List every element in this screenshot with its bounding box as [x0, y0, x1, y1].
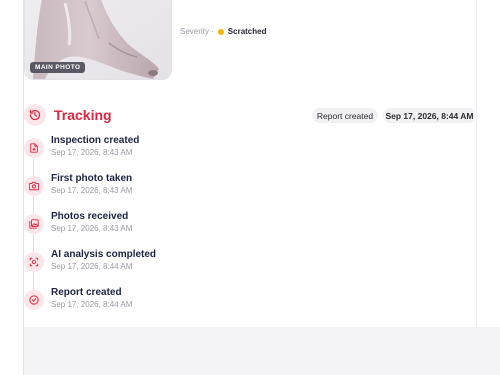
event-time: Sep 17, 2026, 8:44 AM [51, 262, 133, 271]
event-title: Report created [51, 287, 122, 298]
severity-dot [217, 28, 224, 35]
timeline-event-first-photo: First photo taken Sep 17, 2026, 8:43 AM [24, 173, 464, 206]
timeline-event-photos-received: Photos received Sep 17, 2026, 8:43 AM [24, 211, 464, 244]
footer-area [24, 327, 500, 375]
main-photo-tag: MAIN PHOTO [30, 62, 86, 73]
card-border-right [476, 0, 477, 327]
date-badge: Sep 17, 2026, 8:44 AM [383, 108, 476, 123]
event-time: Sep 17, 2026, 8:43 AM [51, 148, 133, 157]
photos-icon [24, 214, 44, 234]
event-title: Inspection created [51, 135, 140, 146]
event-time: Sep 17, 2026, 8:43 AM [51, 224, 133, 233]
timeline-event-report-created: Report created Sep 17, 2026, 8:44 AM [24, 287, 464, 320]
event-time: Sep 17, 2026, 8:44 AM [51, 300, 133, 309]
timeline-event-inspection-created: Inspection created Sep 17, 2026, 8:43 AM [24, 135, 464, 168]
event-time: Sep 17, 2026, 8:43 AM [51, 186, 133, 195]
check-circle-icon [24, 290, 44, 310]
ai-scan-icon [24, 252, 44, 272]
event-title: AI analysis completed [51, 249, 157, 260]
event-title: Photos received [51, 211, 129, 222]
tracking-title: Tracking [54, 107, 112, 123]
timeline-event-ai-analysis: AI analysis completed Sep 17, 2026, 8:44… [24, 249, 464, 282]
severity-row: Severity · Scratched [180, 27, 266, 36]
main-photo[interactable]: MAIN PHOTO [24, 0, 172, 80]
status-badge: Report created [312, 108, 378, 123]
inspection-detail-page: MAIN PHOTO Severity · Scratched Tracking… [0, 0, 500, 375]
camera-icon [24, 176, 44, 196]
history-icon [24, 104, 46, 126]
severity-label: Severity · [180, 27, 214, 36]
severity-value: Scratched [227, 27, 267, 36]
file-icon [24, 138, 44, 158]
event-title: First photo taken [51, 173, 133, 184]
